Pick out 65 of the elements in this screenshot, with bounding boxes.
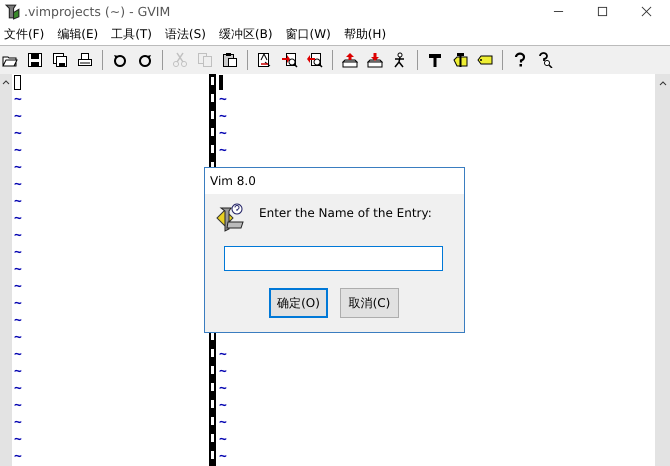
magnifier-arrow-icon[interactable]	[282, 52, 298, 68]
empty-line-tilde: ~	[14, 363, 22, 380]
menu-item[interactable]: 编辑(E)	[57, 26, 98, 42]
magnifier-arrow-icon[interactable]	[307, 52, 323, 68]
question-magnifier-icon[interactable]	[537, 52, 553, 68]
empty-line-tilde: ~	[14, 125, 22, 142]
name-input-field[interactable]	[224, 246, 443, 271]
empty-line-tilde: ~	[219, 397, 227, 414]
empty-line-tilde: ~	[219, 142, 227, 159]
empty-line-tilde: ~	[14, 431, 22, 448]
empty-line-tilde: ~	[219, 108, 227, 125]
empty-line-tilde: ~	[14, 295, 22, 312]
empty-line-tilde: ~	[14, 193, 22, 210]
empty-line-tilde: ~	[14, 210, 22, 227]
empty-line-tilde: ~	[14, 329, 22, 346]
menu-item[interactable]: 窗口(W)	[286, 26, 331, 42]
empty-line-tilde: ~	[219, 448, 227, 465]
scrollbar[interactable]	[655, 74, 670, 466]
empty-line-tilde: ~	[219, 346, 227, 363]
tag-hammer-icon[interactable]	[452, 52, 468, 68]
question-mark-icon[interactable]	[512, 52, 528, 68]
empty-line-tilde: ~	[14, 278, 22, 295]
empty-line-tilde: ~	[14, 414, 22, 431]
tray-down-arrow-icon[interactable]	[367, 52, 383, 68]
empty-line-tilde: ~	[14, 448, 22, 465]
close-icon[interactable]	[641, 6, 652, 17]
empty-line-tilde: ~	[14, 244, 22, 261]
clipboard-icon[interactable]	[222, 52, 238, 68]
empty-line-tilde: ~	[219, 431, 227, 448]
undo-icon[interactable]	[112, 52, 128, 68]
ok-button[interactable]: 确定(O)	[269, 288, 328, 318]
printer-icon[interactable]	[77, 52, 93, 68]
empty-line-tilde: ~	[219, 380, 227, 397]
hammer-icon[interactable]	[427, 52, 443, 68]
empty-line-tilde: ~	[219, 91, 227, 108]
empty-line-tilde: ~	[14, 380, 22, 397]
menu-item[interactable]: 工具(T)	[111, 26, 152, 42]
vim-logo-icon	[4, 3, 21, 20]
text-cursor	[14, 75, 21, 90]
redo-icon[interactable]	[137, 52, 153, 68]
maximize-icon[interactable]	[597, 6, 608, 17]
window-title: .vimprojects (~) - GVIM	[24, 4, 170, 19]
empty-line-tilde: ~	[14, 91, 22, 108]
tray-up-arrow-icon[interactable]	[342, 52, 358, 68]
empty-line-tilde: ~	[219, 363, 227, 380]
empty-line-tilde: ~	[14, 397, 22, 414]
empty-line-tilde: ~	[14, 227, 22, 244]
empty-line-tilde: ~	[14, 159, 22, 176]
floppy-disks-icon[interactable]	[52, 52, 68, 68]
empty-line-tilde: ~	[14, 312, 22, 329]
empty-line-tilde: ~	[14, 346, 22, 363]
empty-line-tilde: ~	[14, 142, 22, 159]
empty-line-tilde: ~	[14, 176, 22, 193]
menu-item[interactable]: 缓冲区(B)	[218, 26, 273, 42]
menu-item[interactable]: 帮助(H)	[344, 26, 386, 42]
empty-line-tilde: ~	[14, 108, 22, 125]
cancel-button[interactable]: 取消(C)	[340, 288, 399, 318]
menu-item[interactable]: 文件(F)	[4, 26, 44, 42]
text-cursor	[219, 75, 223, 90]
empty-line-tilde: ~	[14, 261, 22, 278]
dialog-prompt: Enter the Name of the Entry:	[259, 206, 432, 220]
menu-item[interactable]: 语法(S)	[164, 26, 206, 42]
empty-line-tilde: ~	[219, 125, 227, 142]
dialog-title: Vim 8.0	[205, 168, 464, 194]
empty-line-tilde: ~	[219, 414, 227, 431]
